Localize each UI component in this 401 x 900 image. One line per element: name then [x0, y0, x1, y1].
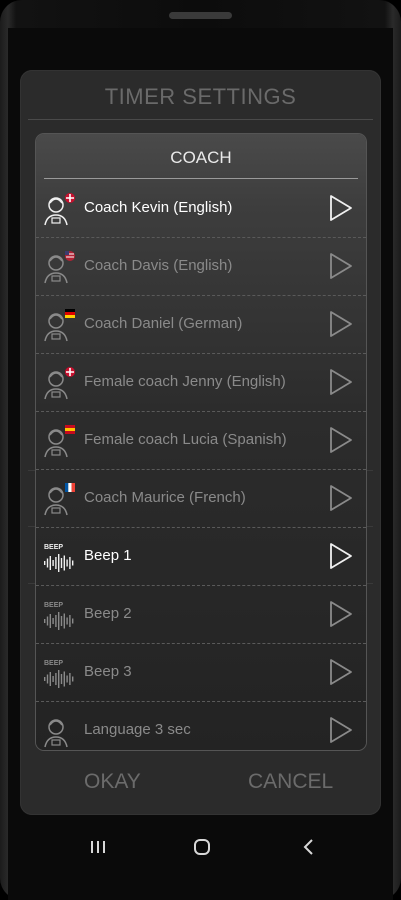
coach-avatar-icon — [42, 424, 76, 458]
back-icon[interactable] — [298, 836, 320, 858]
phone-speaker — [169, 12, 232, 19]
home-icon[interactable] — [191, 836, 213, 858]
coach-item-label: Beep 3 — [84, 663, 132, 680]
coach-list-item[interactable]: Coach Daniel (German) — [36, 296, 366, 354]
coach-avatar-icon — [42, 192, 76, 226]
recent-apps-icon[interactable] — [87, 836, 109, 858]
coach-list-item[interactable]: Language 3 sec — [36, 702, 366, 750]
play-preview-icon[interactable] — [328, 194, 354, 222]
coach-avatar-icon — [42, 366, 76, 400]
coach-avatar-icon — [42, 714, 76, 748]
play-preview-icon[interactable] — [328, 426, 354, 454]
coach-item-label: Beep 1 — [84, 547, 132, 564]
beep-waveform-icon: BEEP — [42, 540, 76, 574]
coach-list-item[interactable]: Coach Davis (English) — [36, 238, 366, 296]
beep-waveform-icon: BEEP — [42, 598, 76, 632]
cancel-button[interactable]: CANCEL — [248, 770, 333, 794]
timer-settings-divider — [28, 119, 373, 120]
coach-dialog: COACH Coach Kevin (English) Coach Davis … — [36, 134, 366, 750]
coach-list-item[interactable]: Coach Kevin (English) — [36, 180, 366, 238]
coach-item-label: Female coach Lucia (Spanish) — [84, 431, 287, 448]
beep-waveform-icon: BEEP — [42, 656, 76, 690]
coach-avatar-icon — [42, 250, 76, 284]
coach-avatar-icon — [42, 482, 76, 516]
coach-title-divider — [44, 178, 358, 179]
coach-item-label: Female coach Jenny (English) — [84, 373, 286, 390]
beep-icon-text: BEEP — [44, 602, 63, 609]
coach-list-item[interactable]: Female coach Lucia (Spanish) — [36, 412, 366, 470]
coach-list-item[interactable]: BEEP Beep 1 — [36, 528, 366, 586]
play-preview-icon[interactable] — [328, 658, 354, 686]
coach-item-label: Coach Maurice (French) — [84, 489, 246, 506]
coach-item-label: Coach Kevin (English) — [84, 199, 233, 216]
coach-item-label: Language 3 sec — [84, 721, 191, 738]
coach-item-label: Beep 2 — [84, 605, 132, 622]
coach-list-item[interactable]: BEEP Beep 2 — [36, 586, 366, 644]
coach-list: Coach Kevin (English) Coach Davis (Engli… — [36, 180, 366, 750]
play-preview-icon[interactable] — [328, 252, 354, 280]
coach-avatar-icon — [42, 308, 76, 342]
okay-button[interactable]: OKAY — [84, 770, 141, 794]
play-preview-icon[interactable] — [328, 542, 354, 570]
coach-dialog-title: COACH — [170, 148, 232, 167]
play-preview-icon[interactable] — [328, 716, 354, 744]
play-preview-icon[interactable] — [328, 600, 354, 628]
timer-settings-title: TIMER SETTINGS — [104, 84, 297, 109]
coach-item-label: Coach Daniel (German) — [84, 315, 243, 332]
play-preview-icon[interactable] — [328, 484, 354, 512]
coach-item-label: Coach Davis (English) — [84, 257, 233, 274]
beep-icon-text: BEEP — [44, 660, 63, 667]
beep-icon-text: BEEP — [44, 544, 63, 551]
coach-list-item[interactable]: BEEP Beep 3 — [36, 644, 366, 702]
play-preview-icon[interactable] — [328, 310, 354, 338]
play-preview-icon[interactable] — [328, 368, 354, 396]
coach-list-item[interactable]: Coach Maurice (French) — [36, 470, 366, 528]
coach-list-item[interactable]: Female coach Jenny (English) — [36, 354, 366, 412]
